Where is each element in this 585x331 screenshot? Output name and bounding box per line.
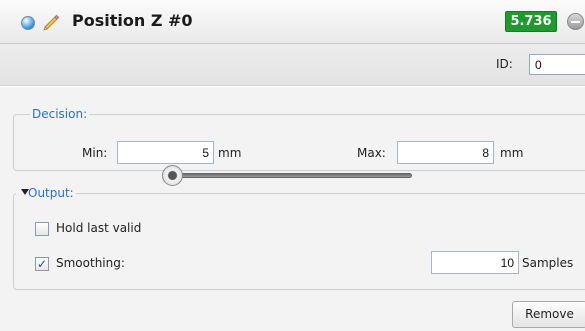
node-header: Position Z #0 5.736 xyxy=(0,0,585,44)
node-title: Position Z #0 xyxy=(72,11,193,30)
samples-unit: Samples xyxy=(522,256,574,270)
smoothing-checkbox[interactable]: ✓ xyxy=(35,257,49,271)
output-legend[interactable]: Output: xyxy=(16,186,76,200)
measured-value-badge: 5.736 xyxy=(505,11,557,32)
remove-button[interactable]: Remove xyxy=(512,301,585,328)
id-label: ID: xyxy=(496,57,513,71)
max-label: Max: xyxy=(357,146,386,160)
min-unit: mm xyxy=(218,146,242,160)
decision-group: Decision: xyxy=(13,107,585,171)
id-bar: ID: xyxy=(0,44,585,86)
smoothing-samples-input[interactable] xyxy=(431,251,519,274)
min-label: Min: xyxy=(82,146,108,160)
minus-circle-icon[interactable] xyxy=(567,13,584,30)
id-input[interactable] xyxy=(529,54,585,75)
min-input[interactable] xyxy=(117,141,214,164)
pencil-icon[interactable] xyxy=(41,12,61,32)
blue-orb-icon[interactable] xyxy=(21,16,35,30)
collapse-triangle-icon xyxy=(21,189,29,195)
smoothing-slider-track[interactable] xyxy=(165,173,412,178)
smoothing-slider-thumb[interactable] xyxy=(162,165,183,186)
max-input[interactable] xyxy=(397,141,494,164)
smoothing-label: Smoothing: xyxy=(56,256,125,270)
output-legend-text: Output: xyxy=(28,186,74,200)
output-group: Output: xyxy=(13,186,585,290)
decision-legend: Decision: xyxy=(32,107,88,121)
hold-last-valid-checkbox[interactable] xyxy=(35,222,49,236)
max-unit: mm xyxy=(500,146,524,160)
hold-last-valid-label: Hold last valid xyxy=(56,221,142,235)
node-body: Decision: Min: mm Max: mm Output: Hold l… xyxy=(0,87,585,331)
